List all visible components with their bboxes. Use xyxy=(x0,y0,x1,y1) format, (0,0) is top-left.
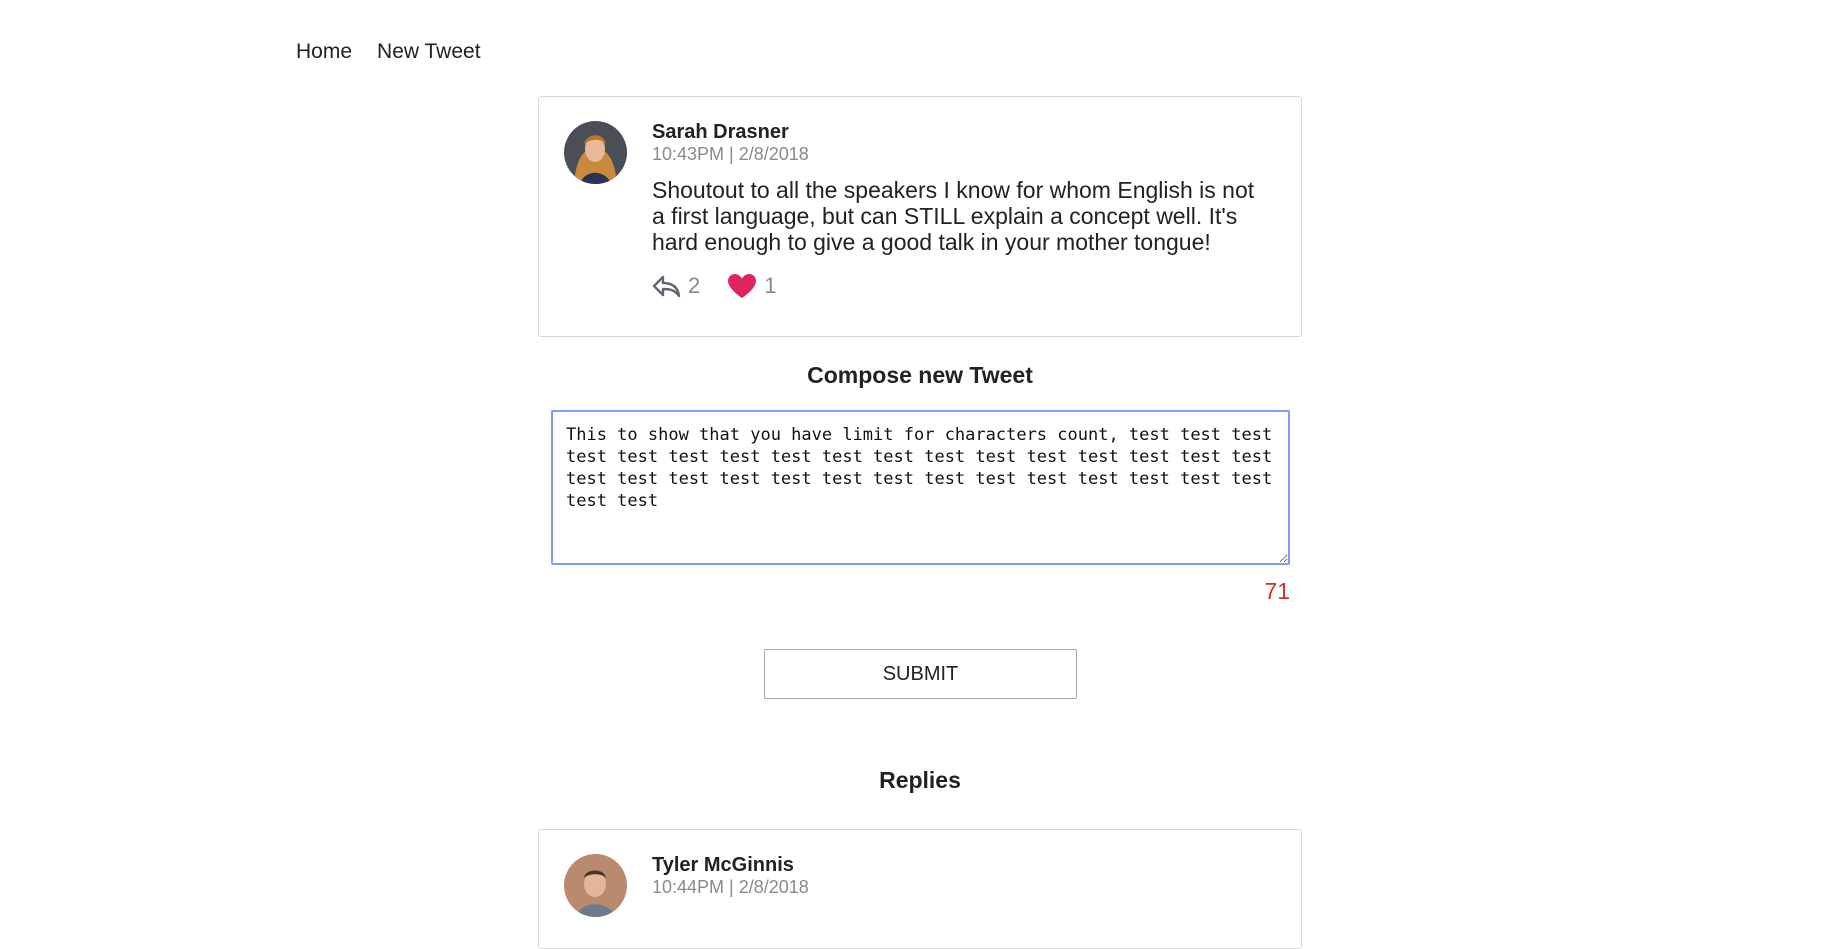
reply-tweet-card[interactable]: Tyler McGinnis 10:44PM | 2/8/2018 xyxy=(538,829,1302,949)
tweet-actions: 2 1 xyxy=(652,273,1266,299)
remaining-character-count: 71 xyxy=(1264,578,1290,604)
nav-new-tweet-link[interactable]: New Tweet xyxy=(377,40,481,64)
avatar xyxy=(564,121,627,184)
main-tweet-card[interactable]: Sarah Drasner 10:43PM | 2/8/2018 Shoutou… xyxy=(538,96,1302,337)
avatar xyxy=(564,854,627,917)
like-count: 1 xyxy=(764,273,777,298)
top-nav: Home New Tweet xyxy=(296,40,481,64)
heart-icon xyxy=(728,274,757,298)
tweet-timestamp: 10:44PM | 2/8/2018 xyxy=(652,877,809,897)
replies-title: Replies xyxy=(879,767,961,793)
avatar-image xyxy=(564,854,627,917)
submit-button[interactable]: SUBMIT xyxy=(764,649,1077,699)
compose-title: Compose new Tweet xyxy=(807,362,1033,388)
tweet-body: Tyler McGinnis 10:44PM | 2/8/2018 xyxy=(652,854,1266,898)
avatar-image xyxy=(564,121,627,184)
reply-button[interactable]: 2 xyxy=(652,273,700,299)
tweet-text: Shoutout to all the speakers I know for … xyxy=(652,177,1255,255)
tweet-author: Tyler McGinnis xyxy=(652,854,794,876)
reply-icon xyxy=(652,275,681,298)
compose-textarea[interactable]: This to show that you have limit for cha… xyxy=(551,410,1290,565)
tweet-timestamp: 10:43PM | 2/8/2018 xyxy=(652,144,809,164)
nav-home-link[interactable]: Home xyxy=(296,40,352,64)
tweet-author: Sarah Drasner xyxy=(652,121,789,143)
tweet-body: Sarah Drasner 10:43PM | 2/8/2018 Shoutou… xyxy=(652,121,1266,299)
reply-count: 2 xyxy=(688,273,701,298)
like-button[interactable]: 1 xyxy=(726,273,777,299)
